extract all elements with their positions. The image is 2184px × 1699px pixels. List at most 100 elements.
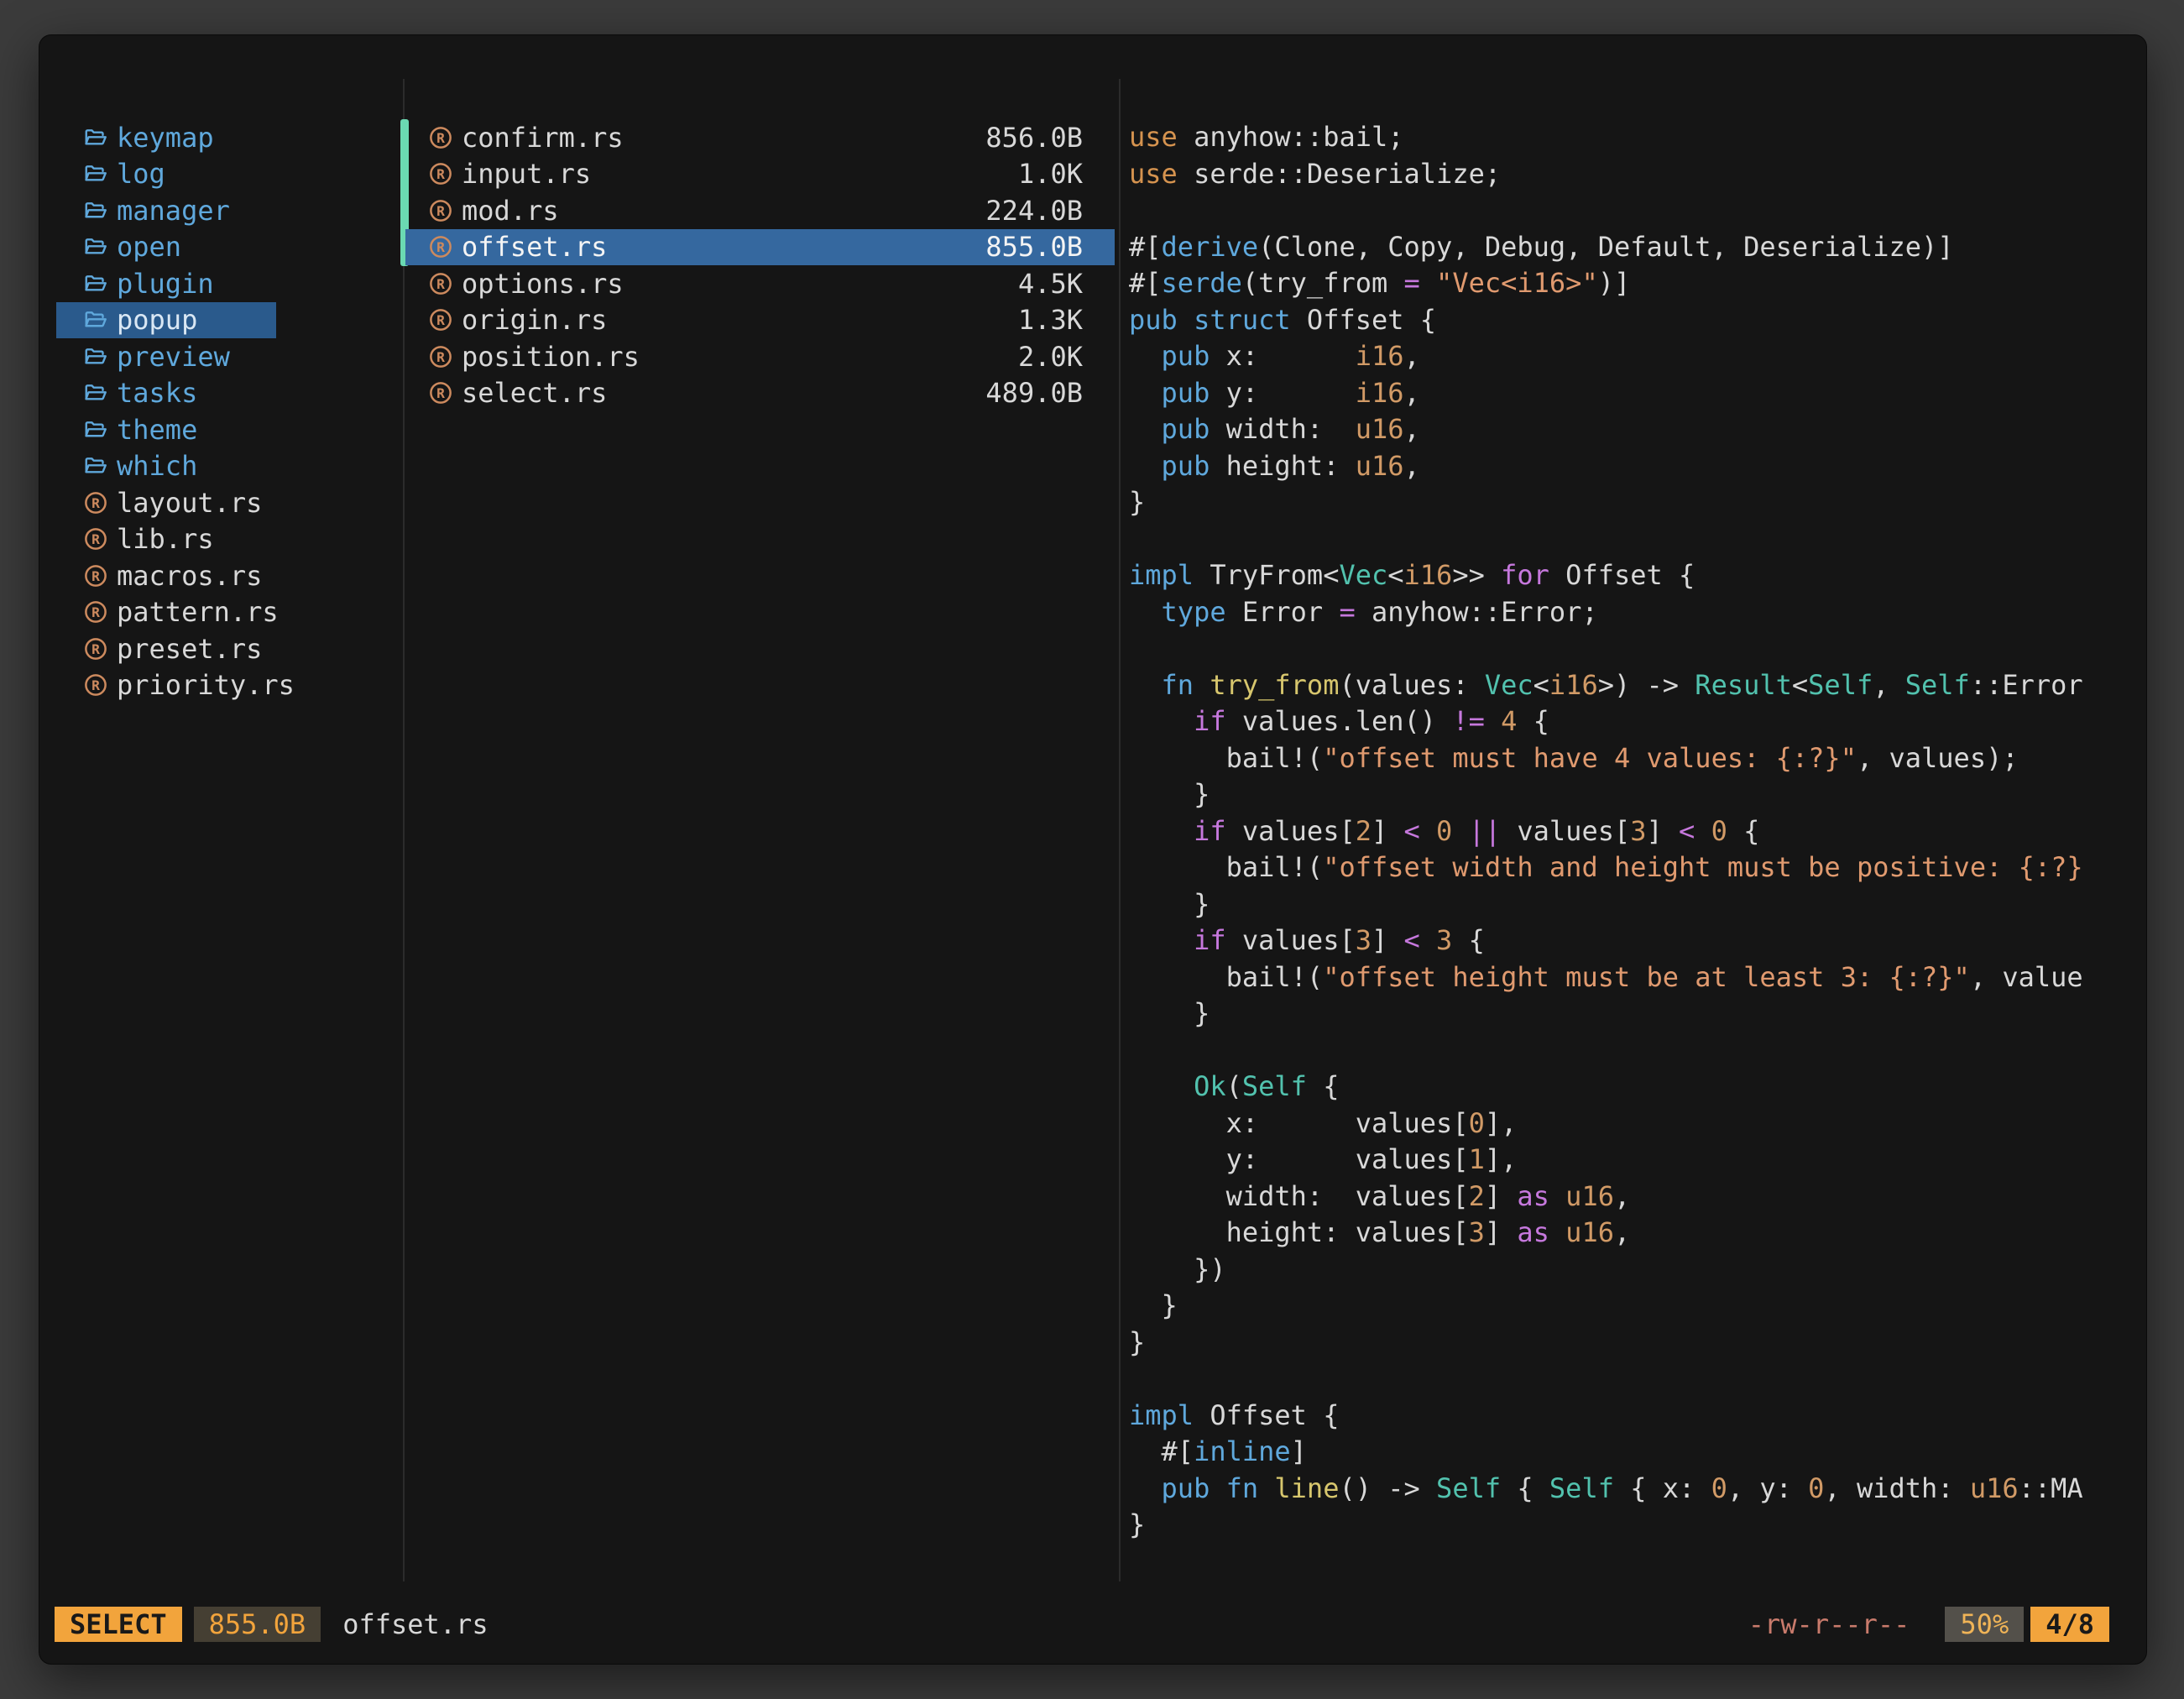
rust-file-icon: R bbox=[428, 344, 453, 369]
sidebar-item-priority-rs[interactable]: Rpriority.rs bbox=[56, 667, 276, 704]
selected-file-size-badge: 855.0B bbox=[194, 1607, 321, 1642]
svg-text:R: R bbox=[436, 312, 445, 328]
code-line: } bbox=[1129, 886, 2145, 923]
code-line: if values[2] < 0 || values[3] < 0 { bbox=[1129, 813, 2145, 850]
sidebar-item-tasks[interactable]: tasks bbox=[56, 375, 276, 412]
file-size: 1.0K bbox=[1018, 158, 1083, 190]
sidebar-item-open[interactable]: open bbox=[56, 229, 276, 266]
sidebar-item-popup[interactable]: popup bbox=[56, 302, 276, 339]
sidebar-item-label: popup bbox=[117, 304, 197, 336]
code-line: pub struct Offset { bbox=[1129, 302, 2145, 339]
sidebar-item-theme[interactable]: theme bbox=[56, 411, 276, 448]
sidebar-item-label: tasks bbox=[117, 377, 197, 409]
code-line bbox=[1129, 1032, 2145, 1069]
rust-file-icon: R bbox=[83, 636, 108, 661]
rust-file-icon: R bbox=[83, 490, 108, 515]
parent-directory-pane: keymap logmanageropenplugin popuppreviewta… bbox=[56, 119, 276, 703]
rust-file-icon: R bbox=[83, 526, 108, 552]
code-line: } bbox=[1129, 1325, 2145, 1362]
file-name: confirm.rs bbox=[462, 122, 624, 154]
sidebar-item-label: preset.rs bbox=[117, 633, 262, 665]
code-line: width: values[2] as u16, bbox=[1129, 1179, 2145, 1215]
sidebar-item-log[interactable]: log bbox=[56, 156, 276, 193]
code-line: pub height: u16, bbox=[1129, 448, 2145, 485]
desktop-background: { "colors": { "accent_amber": "#f2a43c",… bbox=[0, 0, 2184, 1699]
file-row-origin-rs[interactable]: Rorigin.rs1.3K bbox=[405, 302, 1115, 339]
svg-text:R: R bbox=[436, 239, 445, 255]
folder-open-icon bbox=[83, 271, 108, 296]
rust-file-icon: R bbox=[83, 672, 108, 698]
file-row-confirm-rs[interactable]: Rconfirm.rs856.0B bbox=[405, 119, 1115, 156]
code-line: use serde::Deserialize; bbox=[1129, 156, 2145, 193]
sidebar-item-label: keymap bbox=[117, 122, 214, 154]
code-line: }) bbox=[1129, 1252, 2145, 1289]
file-size: 855.0B bbox=[985, 231, 1083, 263]
file-row-offset-rs[interactable]: Roffset.rs855.0B bbox=[405, 229, 1115, 266]
folder-open-icon bbox=[83, 380, 108, 405]
sidebar-item-label: plugin bbox=[117, 268, 214, 300]
file-size: 224.0B bbox=[985, 195, 1083, 227]
rust-file-icon: R bbox=[83, 563, 108, 588]
rust-file-icon: R bbox=[428, 380, 453, 405]
sidebar-item-which[interactable]: which bbox=[56, 448, 276, 485]
code-line: impl TryFrom<Vec<i16>> for Offset { bbox=[1129, 557, 2145, 594]
file-name: position.rs bbox=[462, 341, 640, 373]
file-name: mod.rs bbox=[462, 195, 559, 227]
cursor-position-badge: 4/8 bbox=[2030, 1607, 2109, 1642]
svg-text:R: R bbox=[91, 568, 100, 584]
folder-open-icon bbox=[83, 125, 108, 150]
pane-divider-right bbox=[1119, 79, 1121, 1581]
code-line: use anyhow::bail; bbox=[1129, 119, 2145, 156]
code-line: pub x: i16, bbox=[1129, 338, 2145, 375]
sidebar-item-plugin[interactable]: plugin bbox=[56, 265, 276, 302]
code-line: } bbox=[1129, 484, 2145, 521]
code-line: pub fn line() -> Self { Self { x: 0, y: … bbox=[1129, 1471, 2145, 1508]
sidebar-item-label: log bbox=[117, 158, 165, 190]
code-line bbox=[1129, 1361, 2145, 1398]
code-line: pub width: u16, bbox=[1129, 411, 2145, 448]
pane-divider-left bbox=[403, 79, 405, 1581]
current-directory-pane: Rconfirm.rs856.0BRinput.rs1.0KRmod.rs224… bbox=[405, 119, 1115, 411]
file-size: 1.3K bbox=[1018, 304, 1083, 336]
sidebar-item-macros-rs[interactable]: Rmacros.rs bbox=[56, 557, 276, 594]
sidebar-item-label: which bbox=[117, 450, 197, 482]
file-row-input-rs[interactable]: Rinput.rs1.0K bbox=[405, 156, 1115, 193]
rust-file-icon: R bbox=[428, 234, 453, 259]
svg-text:R: R bbox=[436, 130, 445, 146]
folder-open-icon bbox=[83, 234, 108, 259]
code-line bbox=[1129, 521, 2145, 558]
svg-text:R: R bbox=[436, 166, 445, 182]
code-line: } bbox=[1129, 1288, 2145, 1325]
preview-pane: use anyhow::bail;use serde::Deserialize;… bbox=[1129, 119, 2145, 1585]
code-line: height: values[3] as u16, bbox=[1129, 1215, 2145, 1252]
svg-text:R: R bbox=[436, 203, 445, 219]
file-row-mod-rs[interactable]: Rmod.rs 224.0B bbox=[405, 192, 1115, 229]
code-line bbox=[1129, 192, 2145, 229]
sidebar-item-layout-rs[interactable]: Rlayout.rs bbox=[56, 484, 276, 521]
sidebar-item-label: macros.rs bbox=[117, 560, 262, 592]
folder-open-icon bbox=[83, 344, 108, 369]
code-line: if values.len() != 4 { bbox=[1129, 703, 2145, 740]
code-line: impl Offset { bbox=[1129, 1398, 2145, 1435]
sidebar-item-label: pattern.rs bbox=[117, 596, 279, 628]
file-row-position-rs[interactable]: Rposition.rs2.0K bbox=[405, 338, 1115, 375]
rust-file-icon: R bbox=[83, 599, 108, 625]
file-row-options-rs[interactable]: Roptions.rs4.5K bbox=[405, 265, 1115, 302]
rust-file-icon: R bbox=[428, 125, 453, 150]
mode-badge: SELECT bbox=[55, 1607, 182, 1642]
folder-open-icon bbox=[83, 453, 108, 478]
file-size: 489.0B bbox=[985, 377, 1083, 409]
rust-file-icon: R bbox=[428, 307, 453, 332]
folder-open-icon bbox=[83, 307, 108, 332]
code-line: } bbox=[1129, 996, 2145, 1032]
sidebar-item-pattern-rs[interactable]: Rpattern.rs bbox=[56, 594, 276, 631]
file-permissions: -rw-r--r-- bbox=[1748, 1608, 1910, 1640]
sidebar-item-preset-rs[interactable]: Rpreset.rs bbox=[56, 630, 276, 667]
sidebar-item-manager[interactable]: manager bbox=[56, 192, 276, 229]
sidebar-item-lib-rs[interactable]: Rlib.rs bbox=[56, 521, 276, 558]
folder-open-icon bbox=[83, 161, 108, 186]
svg-text:R: R bbox=[91, 604, 100, 620]
sidebar-item-preview[interactable]: preview bbox=[56, 338, 276, 375]
file-row-select-rs[interactable]: Rselect.rs489.0B bbox=[405, 375, 1115, 412]
sidebar-item-keymap[interactable]: keymap bbox=[56, 119, 276, 156]
